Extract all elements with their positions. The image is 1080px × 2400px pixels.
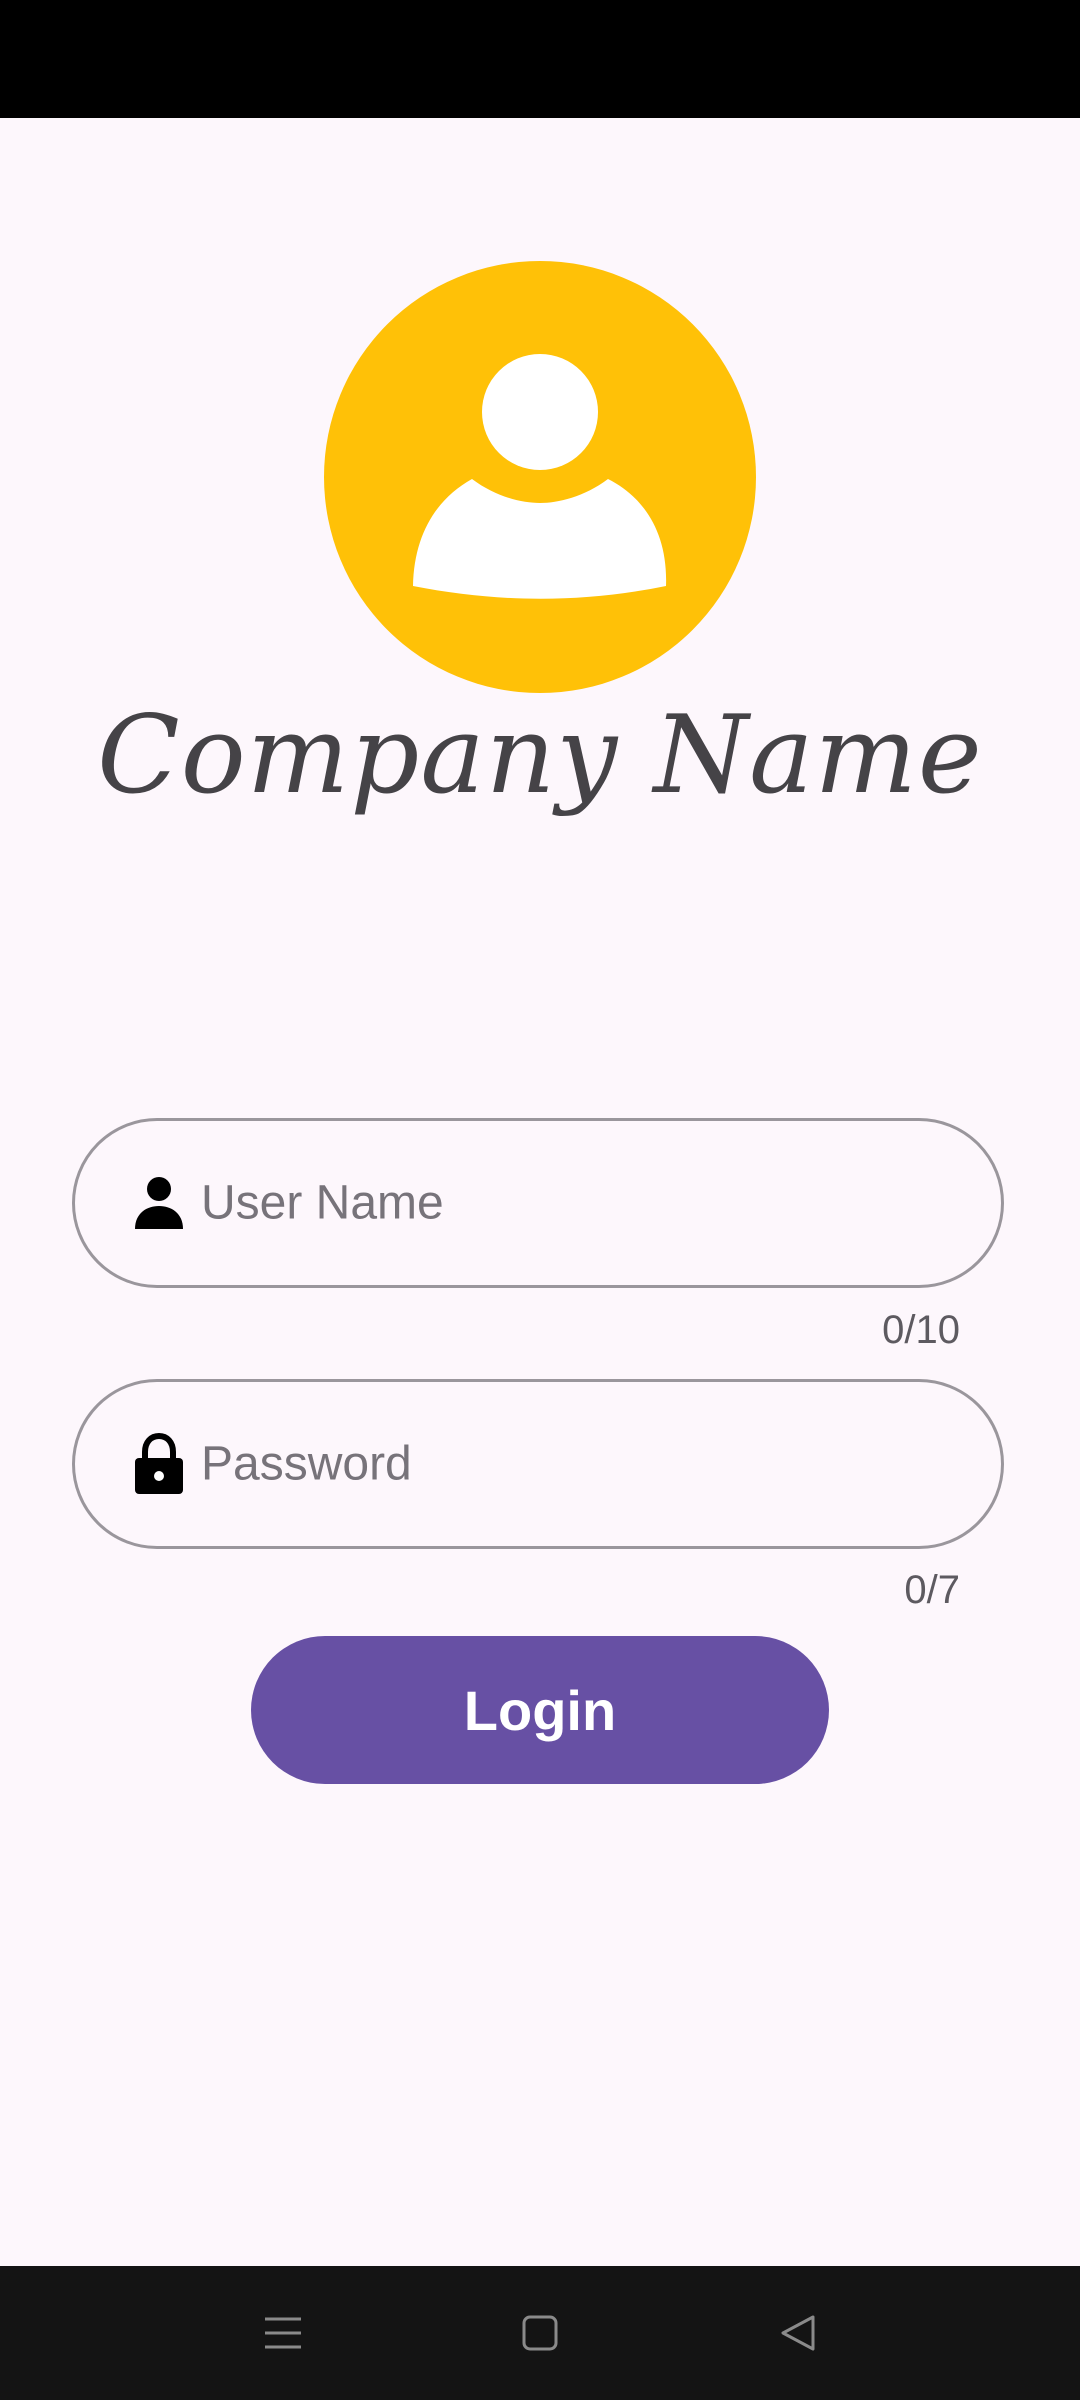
system-nav-bar: [0, 2266, 1080, 2400]
back-triangle-icon[interactable]: [779, 2313, 819, 2353]
username-placeholder: User Name: [201, 1176, 444, 1230]
company-logo: [324, 261, 756, 693]
person-icon: [135, 1177, 183, 1229]
home-square-icon[interactable]: [520, 2313, 560, 2353]
username-counter: 0/10: [882, 1308, 960, 1352]
password-counter: 0/7: [904, 1568, 960, 1612]
company-name: Company Name: [97, 693, 983, 818]
lock-icon: [135, 1432, 183, 1494]
password-field[interactable]: Password: [72, 1379, 1004, 1549]
user-avatar-icon: [413, 354, 667, 599]
status-bar: [0, 0, 1080, 118]
login-button[interactable]: Login: [251, 1636, 829, 1784]
password-placeholder: Password: [201, 1437, 412, 1491]
username-field[interactable]: User Name: [72, 1118, 1004, 1288]
menu-icon[interactable]: [263, 2315, 303, 2351]
login-screen: Company Name User Name 0/10 Password 0/7…: [0, 118, 1080, 2266]
